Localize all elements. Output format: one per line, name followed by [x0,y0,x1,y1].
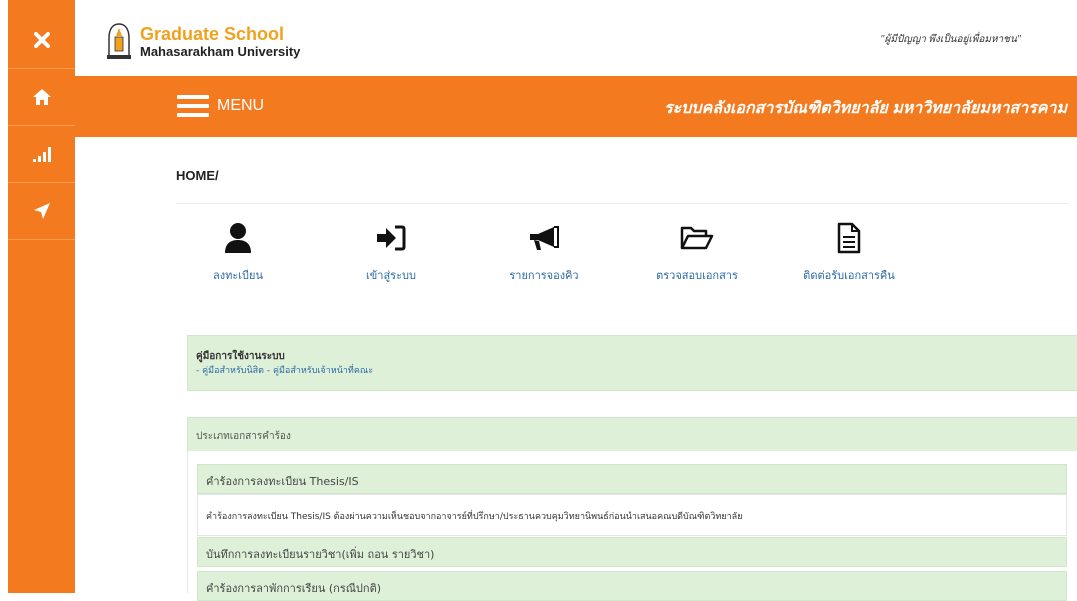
menu-button[interactable]: MENU [177,94,264,118]
close-icon [33,32,50,48]
close-sidebar-button[interactable] [8,12,75,69]
staff-manual-link[interactable]: คู่มือสำหรับเจ้าหน้าที่คณะ [273,366,373,376]
breadcrumb[interactable]: HOME/ [176,168,219,183]
manual-panel: คู่มือการใช้งานระบบ - คู่มือสำหรับนิสิต … [187,335,1077,391]
university-logo [107,23,131,59]
brand-title: Graduate School [140,24,285,44]
file-text-icon [837,222,861,254]
request-item-title: บันทึกการลงทะเบียนรายวิชา(เพิ่ม ถอน รายว… [206,548,435,561]
statistics-button[interactable] [8,126,75,183]
signal-icon [32,147,51,162]
login-label: เข้าสู่ระบบ [366,269,416,282]
home-icon [32,89,51,105]
check-documents-action[interactable]: ตรวจสอบเอกสาร [637,220,757,284]
request-item-description: คำร้องการลงทะเบียน Thesis/IS ต้องผ่านควา… [197,494,1067,536]
location-button[interactable] [8,183,75,240]
sign-in-icon [377,225,406,251]
menu-bar: MENU ระบบคลังเอกสารบัณฑิตวิทยาลัย มหาวิท… [75,76,1077,137]
request-item-thesis-registration[interactable]: คำร้องการลงทะเบียน Thesis/IS [197,464,1067,494]
queue-list-action[interactable]: รายการจองคิว [484,220,604,284]
check-documents-label: ตรวจสอบเอกสาร [656,269,738,282]
request-item-course-registration[interactable]: บันทึกการลงทะเบียนรายวิชา(เพิ่ม ถอน รายว… [197,537,1067,567]
menu-label: MENU [217,97,265,114]
brand-subtitle: Mahasarakham University [140,44,301,59]
register-action[interactable]: ลงทะเบียน [178,220,298,284]
motto-text: "ผู้มีปัญญา พึงเป็นอยู่เพื่อมหาชน" [880,34,1021,45]
request-item-leave-of-absence[interactable]: คำร้องการลาพักการเรียน (กรณีปกติ) [197,571,1067,601]
divider [176,203,1069,204]
user-icon [225,223,251,253]
queue-list-label: รายการจองคิว [509,269,579,282]
collect-documents-label: ติดต่อรับเอกสารคืน [803,269,895,282]
collect-documents-action[interactable]: ติดต่อรับเอกสารคืน [789,220,909,284]
request-types-title: ประเภทเอกสารคำร้อง [196,431,291,442]
manual-links: - คู่มือสำหรับนิสิต - คู่มือสำหรับเจ้าหน… [196,363,373,377]
hamburger-icon [177,95,209,117]
home-button[interactable] [8,69,75,126]
request-item-title: คำร้องการลงทะเบียน Thesis/IS [206,475,359,488]
register-label: ลงทะเบียน [213,269,263,282]
manual-separator: - [263,366,273,376]
request-types-header: ประเภทเอกสารคำร้อง [187,417,1077,452]
location-arrow-icon [33,203,50,219]
manual-title: คู่มือการใช้งานระบบ [196,351,285,362]
folder-open-icon [680,226,714,250]
login-action[interactable]: เข้าสู่ระบบ [331,220,451,284]
bullhorn-icon [530,226,559,250]
student-manual-link[interactable]: คู่มือสำหรับนิสิต [202,366,264,376]
system-title: ระบบคลังเอกสารบัณฑิตวิทยาลัย มหาวิทยาลัย… [664,100,1067,117]
sidebar [8,0,75,593]
request-item-body-text: คำร้องการลงทะเบียน Thesis/IS ต้องผ่านควา… [206,512,743,522]
request-item-title: คำร้องการลาพักการเรียน (กรณีปกติ) [206,582,382,595]
